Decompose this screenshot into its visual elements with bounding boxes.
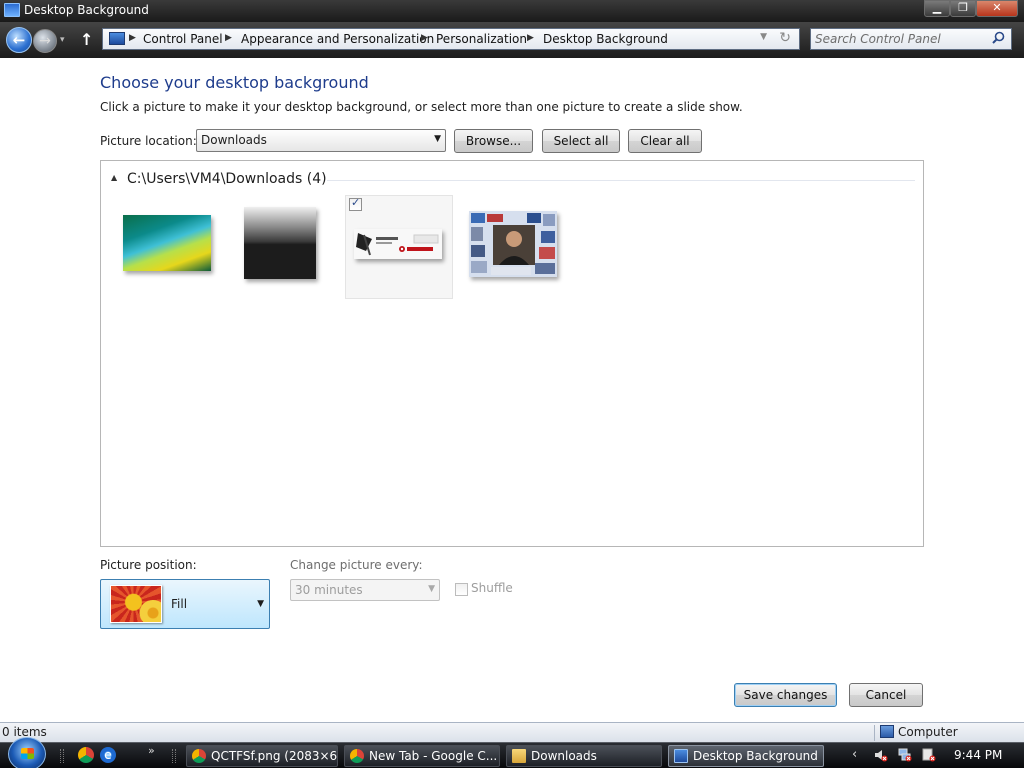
chrome-icon [192,749,206,763]
system-clock[interactable]: 9:44 PM [954,748,1002,762]
address-dropdown-icon[interactable]: ▼ [760,32,767,42]
refresh-icon[interactable]: ↻ [779,30,791,46]
picture-position-value: Fill [171,597,188,611]
clear-all-button[interactable]: Clear all [628,129,702,153]
fill-preview-image [110,585,162,623]
quick-launch-grip[interactable] [60,749,64,763]
target-logo-graphic [354,229,442,259]
chrome-icon[interactable] [78,747,94,763]
breadcrumb-appearance[interactable]: Appearance and Personalization [241,32,434,46]
browse-button[interactable]: Browse... [454,129,533,153]
gray-gradient-wallpaper-image [244,207,316,279]
collage-image [469,211,557,277]
change-picture-interval-select[interactable]: 30 minutes ▼ [290,579,440,601]
desktop-background-icon [4,3,20,17]
picture-group-title[interactable]: C:\Users\VM4\Downloads (4) [127,171,327,187]
minimize-button[interactable]: ▁ [924,0,950,17]
picture-location-select[interactable]: Downloads ▼ [196,129,446,152]
show-hidden-icons-button[interactable]: ‹ [852,747,857,762]
computer-icon [880,725,894,738]
picture-thumbnail[interactable] [111,195,219,299]
title-bar: Desktop Background ▁ ❐ ✕ [0,0,1024,22]
breadcrumb-personalization[interactable]: Personalization [436,32,527,46]
shuffle-label: Shuffle [471,581,513,595]
quick-launch-more-button[interactable]: » [148,744,155,757]
chevron-down-icon: ▼ [434,134,441,144]
back-button[interactable]: ← [6,27,32,53]
maximize-button[interactable]: ❐ [950,0,976,17]
chrome-icon [350,749,364,763]
cancel-button[interactable]: Cancel [849,683,923,707]
status-bar: 0 items Computer [0,722,1024,742]
taskbar-button-label: QCTFSf.png (2083×6... [211,749,338,763]
picture-location-value: Downloads [201,133,267,147]
window-controls: ▁ ❐ ✕ [924,0,1018,18]
status-divider [874,725,875,741]
picture-thumbnail[interactable] [463,195,571,299]
volume-muted-icon[interactable] [874,748,888,762]
main-content: Choose your desktop background Click a p… [0,58,1024,722]
breadcrumb-control-panel[interactable]: Control Panel [143,32,223,46]
close-button[interactable]: ✕ [976,0,1018,17]
taskbar-button-qctfsf[interactable]: QCTFSf.png (2083×6... [186,745,338,767]
breadcrumb-separator[interactable]: ▶ [129,33,136,43]
picture-thumbnail-selected[interactable] [345,195,453,299]
save-changes-button[interactable]: Save changes [734,683,837,707]
start-button[interactable] [8,737,46,768]
taskbar-button-label: New Tab - Google C... [369,749,498,763]
taskbar: e » QCTFSf.png (2083×6... New Tab - Goog… [0,737,1024,768]
address-bar[interactable]: ▶ Control Panel ▶ Appearance and Persona… [102,28,800,50]
status-location: Computer [898,725,958,739]
breadcrumb-separator[interactable]: ▶ [225,33,232,43]
search-input[interactable] [815,31,987,47]
control-panel-icon [674,749,688,763]
aurora-wallpaper-image [123,215,211,271]
recent-pages-dropdown[interactable]: ▾ [60,35,65,45]
shuffle-checkbox[interactable] [455,583,468,596]
search-icon[interactable] [992,31,1005,44]
picture-position-select[interactable]: Fill ▼ [100,579,270,629]
search-box [810,28,1012,50]
collapse-group-icon[interactable]: ▲ [111,173,117,182]
taskbar-button-label: Desktop Background [693,749,818,763]
up-button[interactable]: ↑ [80,30,93,49]
picture-thumbnail[interactable] [227,195,335,299]
taskbar-grip[interactable] [172,749,176,763]
group-divider [327,180,915,181]
control-panel-icon [109,32,125,45]
collage-graphic [469,211,557,277]
window-title: Desktop Background [24,3,149,17]
page-title: Choose your desktop background [100,73,369,92]
picture-select-checkbox[interactable] [349,196,362,211]
taskbar-button-label: Downloads [531,749,597,763]
change-picture-value: 30 minutes [295,583,363,597]
change-picture-label: Change picture every: [290,558,423,572]
navigation-bar: ← → ▾ ↑ ▶ Control Panel ▶ Appearance and… [0,22,1024,58]
action-center-warning-icon[interactable] [922,748,936,762]
breadcrumb-separator[interactable]: ▶ [421,33,428,43]
taskbar-button-new-tab[interactable]: New Tab - Google C... [344,745,500,767]
chevron-down-icon: ▼ [428,584,435,594]
target-logo-image [354,229,442,259]
breadcrumb-desktop-background[interactable]: Desktop Background [543,32,668,46]
taskbar-button-desktop-background[interactable]: Desktop Background [668,745,824,767]
picture-position-label: Picture position: [100,558,197,572]
page-instruction: Click a picture to make it your desktop … [100,100,743,114]
taskbar-button-downloads[interactable]: Downloads [506,745,662,767]
picture-location-label: Picture location: [100,134,197,148]
breadcrumb-separator[interactable]: ▶ [527,33,534,43]
internet-explorer-icon[interactable]: e [100,747,116,763]
picture-list[interactable]: ▲ C:\Users\VM4\Downloads (4) [100,160,924,547]
network-disconnected-icon[interactable] [898,748,912,762]
forward-button[interactable]: → [33,29,57,53]
chevron-down-icon: ▼ [257,599,264,609]
select-all-button[interactable]: Select all [542,129,620,153]
folder-icon [512,749,526,763]
